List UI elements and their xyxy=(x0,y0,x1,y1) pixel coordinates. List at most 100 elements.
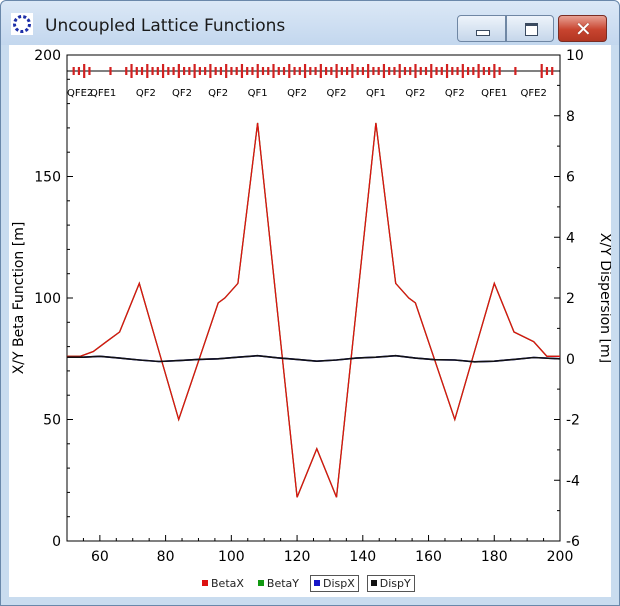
magnet-element xyxy=(445,64,449,78)
magnet-element xyxy=(324,67,328,75)
x-tick-label: 100 xyxy=(218,549,245,565)
magnet-element xyxy=(403,67,407,75)
magnet-element xyxy=(240,64,244,78)
magnet-element xyxy=(140,67,144,75)
magnet-element xyxy=(367,64,370,78)
y-tick-label-left: 50 xyxy=(43,413,61,429)
magnet-element xyxy=(440,67,443,75)
magnet-element xyxy=(435,67,438,75)
magnet-element xyxy=(125,67,128,75)
magnet-label: QF1 xyxy=(248,88,268,99)
maximize-button[interactable] xyxy=(506,15,554,42)
magnet-label: QFE1 xyxy=(90,88,116,99)
magnet-element xyxy=(409,67,412,75)
magnet-element xyxy=(77,67,81,75)
magnet-label: QF2 xyxy=(172,88,192,99)
legend-swatch-betay xyxy=(257,580,264,586)
magnet-element xyxy=(183,67,186,75)
y-tick-label-right: -6 xyxy=(566,534,580,550)
magnet-element xyxy=(230,67,233,75)
magnet-element xyxy=(330,67,333,75)
y-tick-label-right: 10 xyxy=(566,48,584,64)
x-tick-label: 60 xyxy=(91,549,109,565)
magnet-element xyxy=(204,67,207,75)
magnet-element xyxy=(225,64,228,78)
app-window: Uncoupled Lattice Functions ✕ 0 50 100 150 2… xyxy=(0,0,620,606)
magnet-element xyxy=(314,67,317,75)
magnet-element xyxy=(267,67,270,75)
magnet-element xyxy=(319,64,322,78)
app-ring-icon xyxy=(11,13,33,35)
magnet-label: QF1 xyxy=(366,88,386,99)
lattice-chart[interactable]: 050100150200-6-4-2024681060 80 100 120 140 16… xyxy=(9,45,611,570)
magnet-element xyxy=(288,64,291,78)
magnet-element xyxy=(419,67,422,75)
legend-item-betax[interactable]: BetaX xyxy=(199,576,247,591)
magnet-element xyxy=(346,67,349,75)
magnet-element xyxy=(382,64,386,78)
magnet-element xyxy=(545,67,549,75)
magnet-element xyxy=(188,67,191,75)
y-tick-label-left: 150 xyxy=(34,170,61,186)
y-tick-label-right: -4 xyxy=(566,473,580,489)
plot-frame xyxy=(66,54,561,542)
magnet-element xyxy=(388,67,391,75)
magnet-element xyxy=(156,67,159,75)
magnet-element xyxy=(466,67,470,75)
magnet-element xyxy=(109,67,112,75)
window-title: Uncoupled Lattice Functions xyxy=(45,16,286,36)
minimize-button[interactable] xyxy=(457,15,506,42)
magnet-element xyxy=(83,64,86,78)
magnet-element xyxy=(377,67,380,75)
x-tick-label: 180 xyxy=(481,549,508,565)
magnet-element xyxy=(493,64,496,78)
legend-label-betay: BetaY xyxy=(266,576,299,590)
magnet-element xyxy=(177,64,180,78)
maximize-icon xyxy=(525,23,538,36)
magnet-element xyxy=(514,67,517,75)
x-tick-label: 80 xyxy=(157,549,175,565)
legend-item-betay[interactable]: BetaY xyxy=(255,576,302,591)
magnet-element xyxy=(424,67,428,75)
minimize-icon xyxy=(476,30,490,36)
magnet-label: QF2 xyxy=(287,88,307,99)
magnet-element xyxy=(361,67,364,75)
y-axis-title-right: X/Y Dispersion [m] xyxy=(597,233,611,363)
y-tick-label-right: 2 xyxy=(566,291,575,307)
y-tick-label-right: 4 xyxy=(566,230,575,246)
magnet-element xyxy=(477,64,480,78)
magnet-element xyxy=(472,67,475,75)
magnet-label: QFE1 xyxy=(481,88,507,99)
magnet-element xyxy=(209,64,212,78)
magnet-element xyxy=(393,67,396,75)
magnet-element xyxy=(172,67,175,75)
magnet-element xyxy=(198,67,201,75)
magnet-label: QF2 xyxy=(208,88,228,99)
magnet-label: QFE2 xyxy=(521,88,547,99)
magnet-element xyxy=(340,67,343,75)
legend-item-dispy[interactable]: DispY xyxy=(366,574,415,592)
magnet-element xyxy=(251,67,254,75)
legend-swatch-betax xyxy=(202,580,208,586)
magnet-label: QF2 xyxy=(405,88,425,99)
magnet-label: QF2 xyxy=(327,88,347,99)
magnet-element xyxy=(414,64,417,78)
magnet-element xyxy=(372,67,375,75)
x-tick-label: 120 xyxy=(284,549,311,565)
y-tick-label-left: 200 xyxy=(34,48,61,64)
x-tick-label: 200 xyxy=(547,549,574,565)
legend-label-dispy: DispY xyxy=(379,576,411,590)
close-button[interactable]: ✕ xyxy=(558,15,607,42)
x-tick-label: 140 xyxy=(349,549,376,565)
magnet-element xyxy=(246,67,249,75)
magnet-element xyxy=(256,64,259,78)
magnet-element xyxy=(298,67,301,75)
magnet-label: QF2 xyxy=(136,88,156,99)
magnet-element xyxy=(167,67,170,75)
magnet-element xyxy=(151,67,154,75)
magnet-element xyxy=(482,67,485,75)
title-bar[interactable]: Uncoupled Lattice Functions ✕ xyxy=(1,1,619,45)
legend-item-dispx[interactable]: DispX xyxy=(310,574,359,592)
legend-swatch-dispy xyxy=(370,580,377,586)
magnet-element xyxy=(398,64,401,78)
